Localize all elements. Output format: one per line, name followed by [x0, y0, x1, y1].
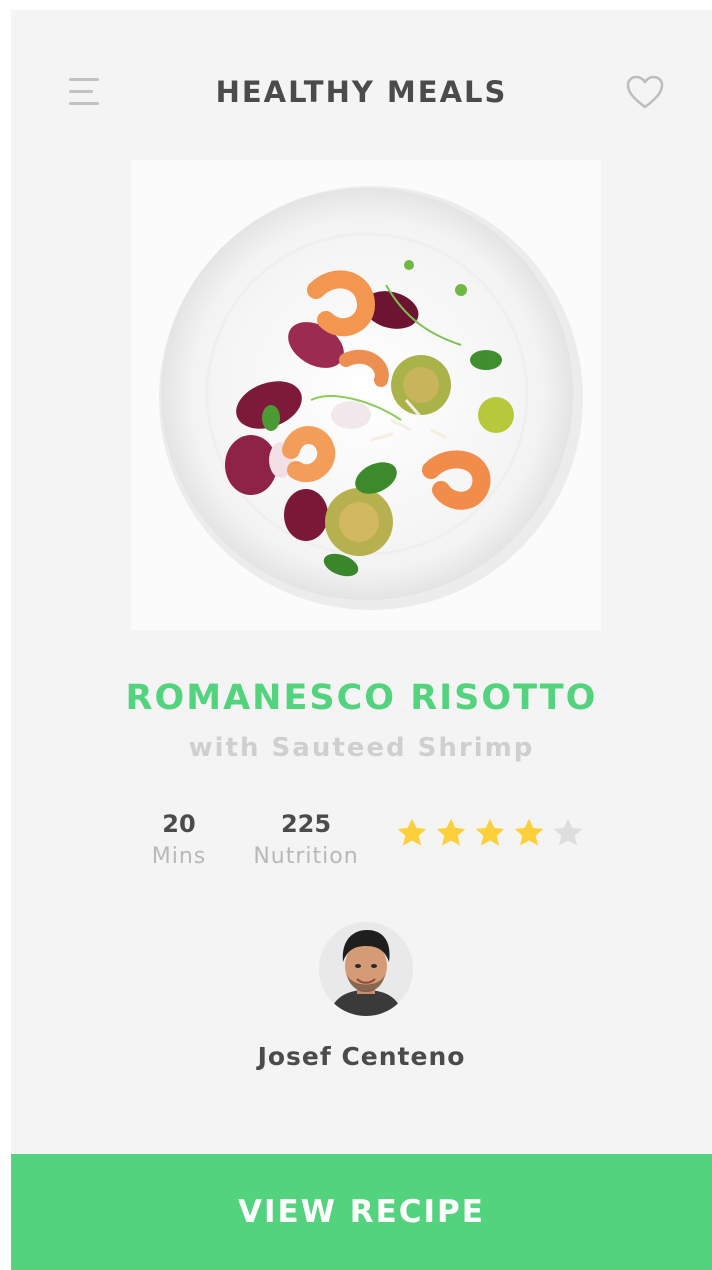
star-filled-icon [436, 818, 466, 846]
recipe-subtitle: with Sauteed Shrimp [188, 733, 535, 763]
stat-nutrition-value: 225 [280, 810, 332, 838]
dish-photo [131, 160, 601, 630]
stat-nutrition: 225 Nutrition [246, 808, 366, 874]
app-header: HEALTHY MEALS [11, 70, 712, 134]
stat-nutrition-label: Nutrition [253, 844, 359, 869]
page-title: HEALTHY MEALS [215, 75, 508, 109]
stat-time: 20 Mins [144, 808, 214, 874]
view-recipe-button[interactable]: VIEW RECIPE [11, 1154, 712, 1270]
app-screen: HEALTHY MEALS ROMANESCO RISOTTO with Sau… [11, 10, 712, 1270]
avatar[interactable] [319, 922, 413, 1016]
star-filled-icon [514, 818, 544, 846]
star-filled-icon [397, 818, 427, 846]
heart-outline-icon[interactable] [625, 74, 665, 110]
stat-time-value: 20 [162, 810, 196, 838]
rating-stars [393, 815, 588, 855]
star-empty-icon [553, 818, 583, 846]
stat-time-label: Mins [151, 844, 207, 869]
author-name: Josef Centeno [257, 1042, 466, 1071]
star-filled-icon [475, 818, 505, 846]
recipe-title: ROMANESCO RISOTTO [125, 678, 598, 718]
